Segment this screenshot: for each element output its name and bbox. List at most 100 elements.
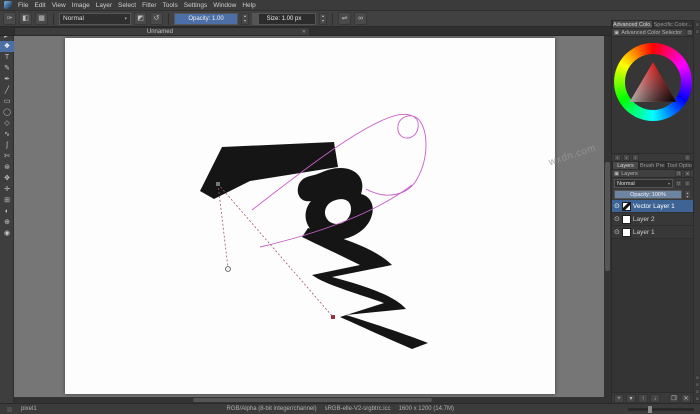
canvas-artwork bbox=[14, 36, 604, 397]
opacity-slider[interactable]: Opacity: 1.00 bbox=[174, 13, 238, 25]
layer-opacity-spinner[interactable]: ▴ ▾ bbox=[684, 190, 691, 199]
pattern-chooser-button[interactable]: ▦ bbox=[35, 12, 48, 25]
menu-layer[interactable]: Layer bbox=[96, 2, 112, 9]
visibility-eye-icon[interactable]: ⊙ bbox=[614, 215, 620, 224]
tab-advanced-color-selector[interactable]: Advanced Colo... bbox=[612, 20, 653, 29]
tool-polygon[interactable]: ◇ bbox=[0, 118, 14, 129]
chevron-down-icon: ▾ bbox=[668, 181, 670, 186]
visibility-eye-icon[interactable]: ⊙ bbox=[614, 228, 620, 237]
size-slider-label: Size: 1.00 px bbox=[253, 14, 315, 24]
tool-color-sampler[interactable]: ⊕ bbox=[0, 217, 14, 228]
tool-freehand-brush[interactable]: ✒ bbox=[0, 74, 14, 85]
dock-edge-button[interactable]: ▪ bbox=[695, 375, 700, 380]
tab-layers[interactable]: Layers bbox=[612, 161, 639, 170]
layer-row-layer-1[interactable]: ⊙ Layer 1 bbox=[612, 226, 693, 239]
shade-selector-button[interactable]: ▪ bbox=[632, 154, 639, 161]
canvas-area[interactable] bbox=[14, 36, 604, 397]
tool-move[interactable]: ✛ bbox=[0, 184, 14, 195]
menu-view[interactable]: View bbox=[52, 2, 66, 9]
tool-text[interactable]: T bbox=[0, 52, 14, 63]
size-spinner[interactable]: ▴ ▾ bbox=[319, 13, 327, 25]
raise-layer-button[interactable]: ↑ bbox=[638, 394, 648, 403]
layer-row-layer-2[interactable]: ⊙ Layer 2 bbox=[612, 213, 693, 226]
vertical-scrollbar[interactable] bbox=[604, 36, 611, 397]
visibility-eye-icon[interactable]: ⊙ bbox=[614, 202, 620, 211]
dock-edge-button[interactable]: ▪ bbox=[695, 29, 700, 34]
float-docker-icon[interactable]: ❐ bbox=[675, 170, 682, 177]
shade-selector-button[interactable]: ▪ bbox=[614, 154, 621, 161]
advanced-color-selector[interactable] bbox=[612, 37, 693, 153]
tool-rectangle[interactable]: ▭ bbox=[0, 96, 14, 107]
tool-edit-shapes[interactable]: ❖ bbox=[0, 41, 14, 52]
tab-tool-options[interactable]: Tool Options bbox=[666, 161, 693, 170]
layer-name: Layer 2 bbox=[633, 216, 655, 223]
sv-triangle[interactable] bbox=[628, 60, 678, 104]
gradient-chooser-button[interactable]: ◧ bbox=[19, 12, 32, 25]
menu-settings[interactable]: Settings bbox=[184, 2, 208, 9]
tool-gradient[interactable]: ◐ bbox=[0, 206, 14, 217]
brush-preset-icon bbox=[6, 406, 13, 413]
menu-filter[interactable]: Filter bbox=[142, 2, 156, 9]
settings-icon[interactable]: ≡ bbox=[684, 154, 691, 161]
tool-polyline[interactable]: ∿ bbox=[0, 129, 14, 140]
tool-multibrush[interactable]: ✥ bbox=[0, 173, 14, 184]
zoom-slider-thumb[interactable] bbox=[648, 406, 652, 413]
menu-help[interactable]: Help bbox=[242, 2, 255, 9]
tool-crop[interactable]: ⊞ bbox=[0, 195, 14, 206]
menu-file[interactable]: File bbox=[18, 2, 28, 9]
filter-layers-icon[interactable]: ▽ bbox=[675, 180, 682, 187]
menu-tools[interactable]: Tools bbox=[163, 2, 178, 9]
lower-layer-button[interactable]: ↓ bbox=[650, 394, 660, 403]
dock-edge-button[interactable]: ▪ bbox=[695, 22, 700, 27]
dock-edge-button[interactable]: ▪ bbox=[695, 396, 700, 401]
brush-preset-chooser-button[interactable]: ✑ bbox=[3, 12, 16, 25]
hue-ring[interactable] bbox=[614, 43, 692, 121]
bottom-docker-tabs: Layers Brush Presets Tool Options bbox=[612, 161, 693, 170]
chevron-down-icon: ▾ bbox=[124, 16, 127, 22]
reload-preset-button[interactable]: ↺ bbox=[150, 12, 163, 25]
add-layer-options-button[interactable]: ▾ bbox=[626, 394, 636, 403]
vertical-scrollbar-thumb[interactable] bbox=[605, 162, 610, 270]
layer-opacity-slider[interactable]: Opacity: 100% bbox=[614, 190, 682, 199]
layer-blend-row: Normal ▾ ▽ ≡ bbox=[612, 178, 693, 189]
tool-bezier-curve[interactable]: ʃ bbox=[0, 140, 14, 151]
tab-brush-presets[interactable]: Brush Presets bbox=[639, 161, 666, 170]
close-icon[interactable]: ✕ bbox=[302, 29, 306, 35]
menu-edit[interactable]: Edit bbox=[34, 2, 45, 9]
dock-edge-strip: ▪ ▪ ▪ ▪ ▪ ▪ bbox=[693, 20, 700, 403]
menu-image[interactable]: Image bbox=[72, 2, 90, 9]
horizontal-scrollbar-thumb[interactable] bbox=[193, 398, 432, 402]
layer-row-vector-layer-1[interactable]: ⊙ Vector Layer 1 bbox=[612, 200, 693, 213]
menu-window[interactable]: Window bbox=[213, 2, 236, 9]
zoom-slider[interactable] bbox=[628, 408, 694, 411]
dock-edge-button[interactable]: ▪ bbox=[695, 382, 700, 387]
delete-layer-button[interactable]: ✕ bbox=[681, 394, 691, 403]
mirror-view-button[interactable]: ⇌ bbox=[338, 12, 351, 25]
layer-blend-mode-combo[interactable]: Normal ▾ bbox=[614, 179, 673, 188]
spin-down-icon: ▾ bbox=[685, 195, 690, 199]
float-docker-icon[interactable]: ❐ bbox=[686, 29, 693, 36]
shade-selector-button[interactable]: ▪ bbox=[623, 154, 630, 161]
size-slider[interactable]: Size: 1.00 px bbox=[252, 13, 316, 25]
tool-freehand-path[interactable]: ✄ bbox=[0, 151, 14, 162]
layer-properties-button[interactable]: ❐ bbox=[669, 394, 679, 403]
eraser-mode-button[interactable]: ◩ bbox=[134, 12, 147, 25]
tool-ellipse[interactable]: ◯ bbox=[0, 107, 14, 118]
tab-specific-color-selector[interactable]: Specific Color... bbox=[653, 20, 694, 29]
dock-edge-button[interactable]: ▪ bbox=[695, 389, 700, 394]
spin-down-icon: ▾ bbox=[242, 19, 248, 24]
menu-select[interactable]: Select bbox=[118, 2, 136, 9]
blend-mode-combo[interactable]: Normal ▾ bbox=[59, 13, 131, 25]
color-selector-settings-row: ▪ ▪ ▪ ≡ bbox=[612, 153, 693, 161]
tool-line[interactable]: ╱ bbox=[0, 85, 14, 96]
layer-name: Layer 1 bbox=[633, 229, 655, 236]
tool-calligraphy[interactable]: ✎ bbox=[0, 63, 14, 74]
document-tab[interactable]: Unnamed ✕ bbox=[14, 27, 310, 36]
add-layer-button[interactable]: + bbox=[614, 394, 624, 403]
close-docker-icon[interactable]: ✕ bbox=[684, 170, 691, 177]
wrap-around-button[interactable]: ∞ bbox=[354, 12, 367, 25]
layer-view-options-icon[interactable]: ≡ bbox=[684, 180, 691, 187]
tool-dynamic-brush[interactable]: ⊛ bbox=[0, 162, 14, 173]
opacity-spinner[interactable]: ▴ ▾ bbox=[241, 13, 249, 25]
tool-fill[interactable]: ◉ bbox=[0, 228, 14, 239]
